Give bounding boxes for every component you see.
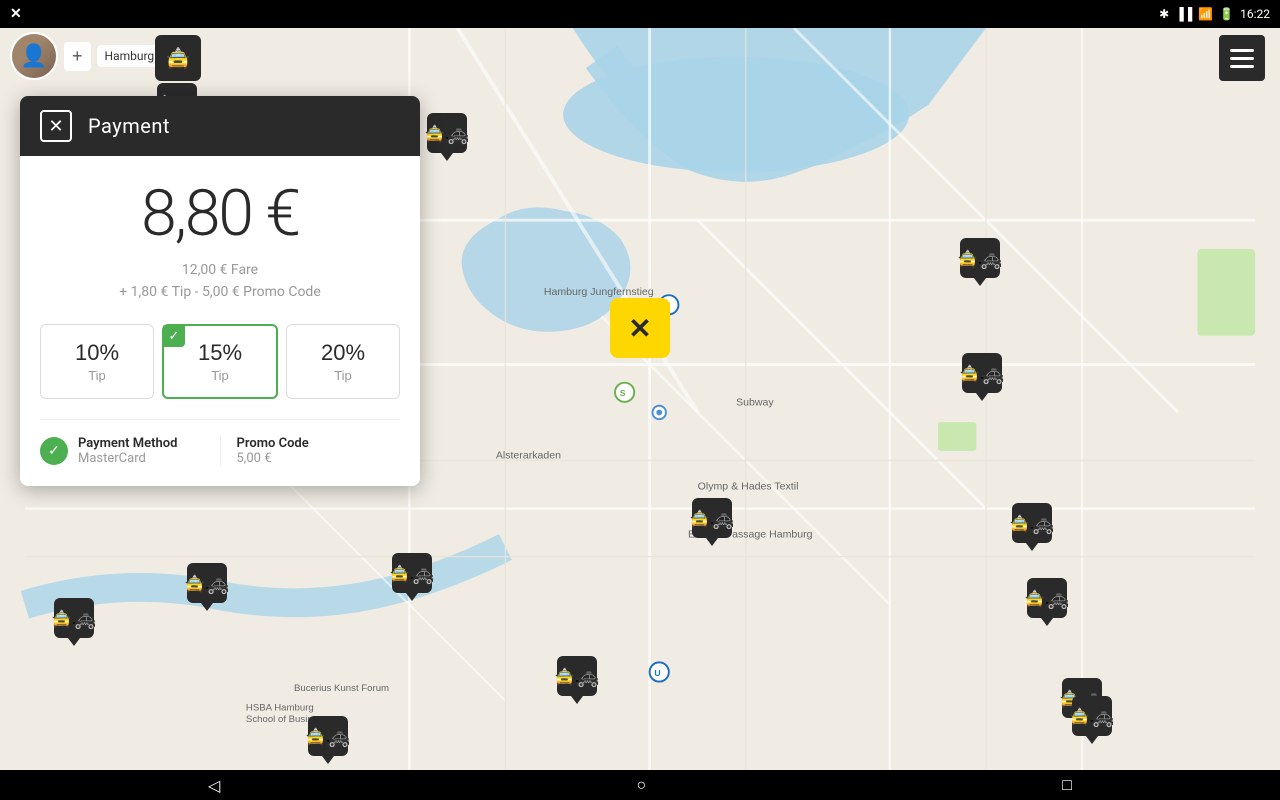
tip-15-button[interactable]: ✓ 15% Tip [162,324,278,399]
profile-area: 👤 + Hamburg [10,32,162,80]
battery-icon: 🔋 [1219,7,1234,21]
payment-method-section[interactable]: ✓ Payment Method MasterCard [40,436,221,466]
fare-text: 12,00 € Fare [40,259,400,281]
menu-button[interactable] [1219,35,1265,81]
close-button[interactable]: ✕ [40,110,72,142]
panel-title: Payment [88,114,170,138]
tip-15-pct: 15% [172,340,268,366]
svg-text:Hamburg Jungfernstieg: Hamburg Jungfernstieg [544,286,654,298]
status-bar: ✕ ✱ ▐▐ 📶 🔋 16:22 [0,0,1280,28]
signal-icon: ▐▐ [1175,7,1192,21]
taxi-marker[interactable]: 🚖 [185,563,229,611]
tip-20-pct: 20% [295,340,391,366]
recent-button[interactable]: □ [1062,775,1072,795]
menu-line-2 [1230,57,1254,60]
time-display: 16:22 [1240,7,1270,21]
tip-promo-text: + 1,80 € Tip - 5,00 € Promo Code [40,281,400,303]
menu-line-3 [1230,65,1254,68]
svg-text:HSBA Hamburg: HSBA Hamburg [246,702,314,713]
svg-text:Alsterarkaden: Alsterarkaden [496,450,561,462]
menu-line-1 [1230,49,1254,52]
svg-text:Olymp & Hades Textil: Olymp & Hades Textil [698,480,799,492]
taxi-marker[interactable]: 🚖 [1010,503,1054,551]
svg-text:S: S [620,388,626,398]
payment-row: ✓ Payment Method MasterCard Promo Code 5… [40,419,400,466]
taxi-marker[interactable]: 🚖 [1070,696,1114,744]
top-taxi-icon[interactable]: 🚖 [155,35,201,81]
tip-15-label: Tip [172,368,268,383]
taxi-marker[interactable]: 🚖 [555,656,599,704]
payment-check-icon: ✓ [40,437,68,465]
payment-panel: ✕ Payment 8,80 € 12,00 € Fare + 1,80 € T… [20,96,420,486]
taxi-marker[interactable]: 🚖 [958,238,1002,286]
home-button[interactable]: ○ [636,775,646,795]
panel-header: ✕ Payment [20,96,420,156]
promo-code-value: 5,00 € [237,451,401,466]
taxi-marker[interactable]: 🚖 [960,353,1004,401]
location-label: Hamburg [97,45,163,67]
navigation-bar: ◁ ○ □ [0,770,1280,800]
tip-20-label: Tip [295,368,391,383]
bluetooth-icon: ✱ [1159,7,1169,21]
taxi-marker[interactable]: 🚖 [52,598,96,646]
price-details: 12,00 € Fare + 1,80 € Tip - 5,00 € Promo… [40,259,400,304]
mytaxi-logo-marker: ✕ [610,298,670,358]
tip-20-button[interactable]: 20% Tip [286,324,400,399]
avatar[interactable]: 👤 [10,32,58,80]
close-app-icon[interactable]: ✕ [10,6,22,22]
payment-method-label: Payment Method [78,436,177,451]
back-button[interactable]: ◁ [208,776,220,795]
tip-buttons-group: 10% Tip ✓ 15% Tip 20% Tip [40,324,400,399]
payment-method-value: MasterCard [78,451,177,466]
svg-text:Bucerius Kunst Forum: Bucerius Kunst Forum [294,683,389,694]
promo-code-label: Promo Code [237,436,401,451]
taxi-marker[interactable]: 🚖 [390,553,434,601]
svg-text:Subway: Subway [736,397,774,409]
tip-10-button[interactable]: 10% Tip [40,324,154,399]
taxi-marker[interactable]: 🚖 [425,113,469,161]
add-button[interactable]: + [64,42,91,71]
svg-text:U: U [654,668,660,678]
taxi-marker[interactable]: 🚖 [690,498,734,546]
taxi-marker[interactable]: 🚖 [1025,578,1069,626]
taxi-marker[interactable]: 🚖 [306,716,350,764]
price-display: 8,80 € [40,176,400,251]
promo-section[interactable]: Promo Code 5,00 € [221,436,401,466]
tip-10-label: Tip [49,368,145,383]
selected-checkmark: ✓ [163,325,185,347]
wifi-icon: 📶 [1198,7,1213,21]
tip-10-pct: 10% [49,340,145,366]
